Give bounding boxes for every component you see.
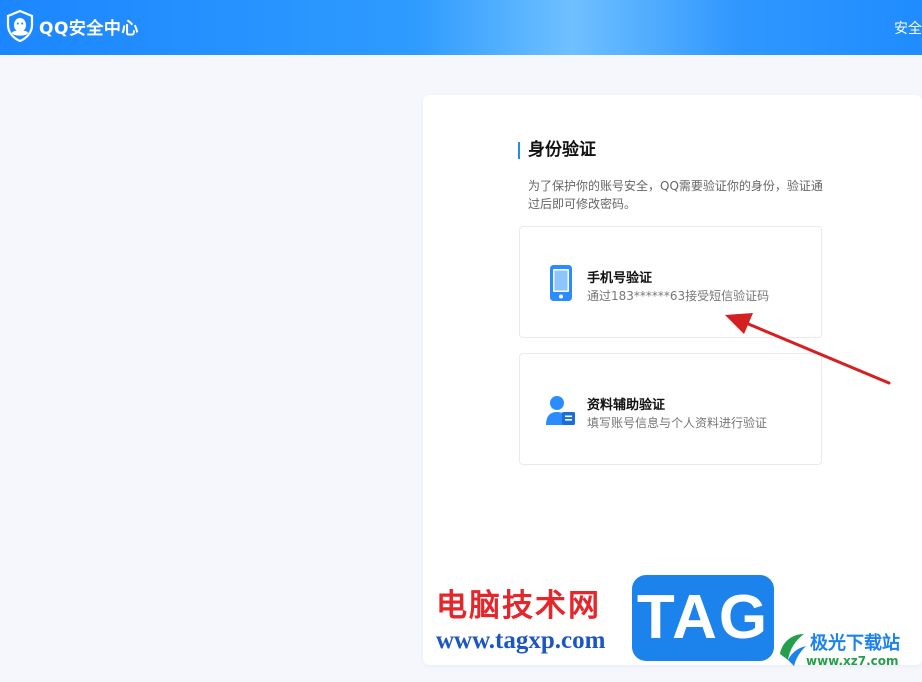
option-title: 资料辅助验证: [587, 398, 666, 413]
watermark-jiguang-name: 极光下载站: [810, 633, 900, 654]
verification-description: 为了保护你的账号安全，QQ需要验证你的身份，验证通过后即可修改密码。: [528, 179, 823, 211]
watermark-jiguang: 极光下载站 www.xz7.com: [776, 626, 922, 678]
page-title: 身份验证: [518, 142, 596, 159]
nav-link-security[interactable]: 安全: [894, 18, 922, 38]
qq-shield-icon: [6, 10, 34, 42]
jiguang-logo-icon: [780, 634, 806, 666]
qq-security-logo[interactable]: QQ安全中心: [5, 10, 139, 42]
logo-text: QQ安全中心: [39, 18, 139, 39]
watermark-site-name: 电脑技术网: [436, 588, 601, 624]
profile-verification-option[interactable]: 资料辅助验证 填写账号信息与个人资料进行验证: [519, 353, 822, 465]
option-title: 手机号验证: [587, 271, 653, 286]
top-bar: QQ安全中心 安全: [0, 0, 922, 55]
phone-verification-option[interactable]: 手机号验证 通过183******63接受短信验证码: [519, 226, 822, 338]
phone-icon: [550, 265, 572, 301]
watermark-jiguang-url: www.xz7.com: [806, 654, 899, 668]
user-card-icon: [546, 396, 575, 425]
option-subtitle: 通过183******63接受短信验证码: [587, 289, 770, 303]
watermark-site-url: www.tagxp.com: [436, 627, 606, 654]
option-subtitle: 填写账号信息与个人资料进行验证: [587, 416, 768, 430]
watermark-tag-badge: TAG: [632, 575, 774, 661]
